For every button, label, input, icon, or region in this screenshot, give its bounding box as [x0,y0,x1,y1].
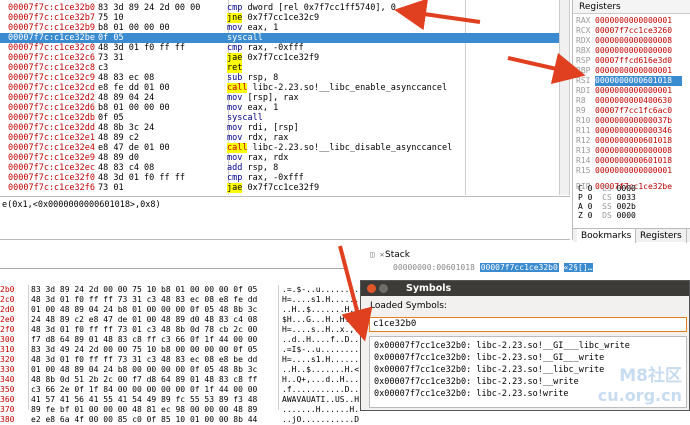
arrow-to-search [338,245,373,342]
arrow-to-cmp [394,0,481,31]
arrow-to-rsi [507,52,586,85]
watermark: M8社区 cu.org.cn [597,366,682,406]
annotation-arrows [338,0,586,342]
